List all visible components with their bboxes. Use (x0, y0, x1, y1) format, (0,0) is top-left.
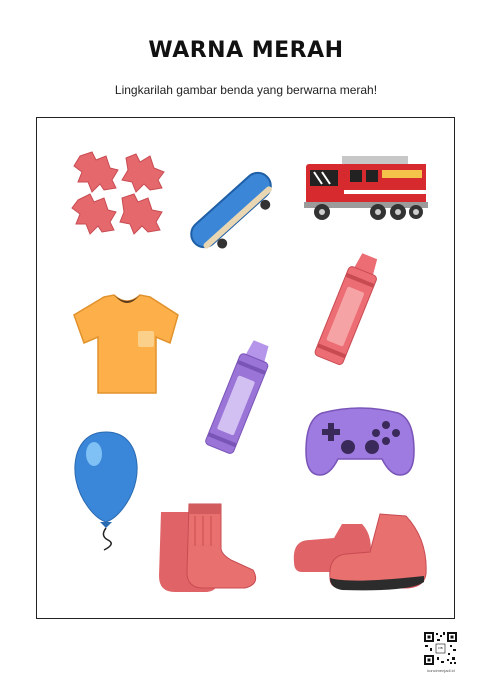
qr-caption: kuncimenjadi.id (427, 668, 455, 673)
balloon-image[interactable] (70, 430, 142, 552)
socks-image[interactable] (155, 500, 263, 594)
fire-truck-image[interactable] (302, 152, 430, 224)
puzzle-pieces-image[interactable] (70, 148, 168, 240)
t-shirt-image[interactable] (72, 293, 182, 395)
skateboard-image[interactable] (182, 163, 280, 257)
purple-crayon-image[interactable] (196, 339, 282, 457)
qr-center-label: DB (438, 646, 443, 650)
shoes-image[interactable] (290, 510, 430, 594)
worksheet-instruction: Lingkarilah gambar benda yang berwarna m… (114, 83, 378, 97)
worksheet-title: WARNA MERAH (148, 38, 344, 63)
red-crayon-image[interactable] (305, 252, 391, 368)
qr-code-image: DB (423, 631, 458, 666)
game-controller-image[interactable] (304, 403, 416, 479)
